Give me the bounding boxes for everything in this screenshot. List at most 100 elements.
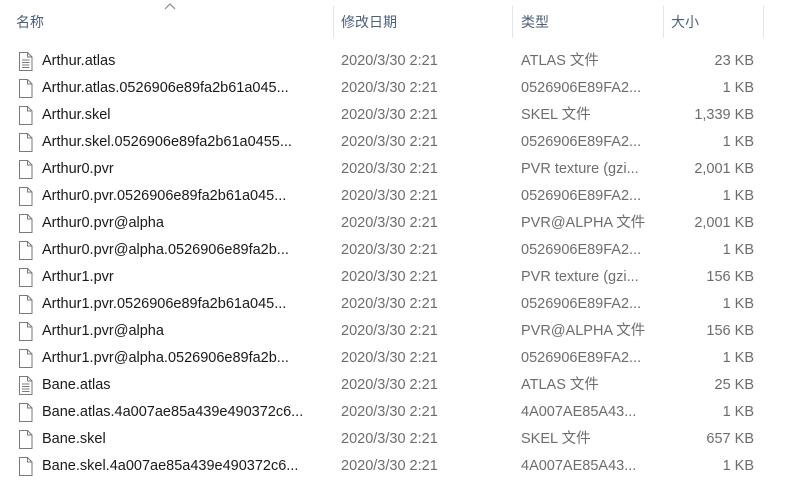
- file-type: 0526906E89FA2...: [521, 80, 642, 96]
- file-modified-date: 2020/3/30 2:21: [341, 431, 438, 447]
- file-row[interactable]: Arthur.skel.0526906e89fa2b61a0455... 2020…: [0, 129, 793, 156]
- file-size: 657 KB: [706, 431, 754, 447]
- sort-ascending-icon: [164, 3, 176, 10]
- file-row[interactable]: Arthur1.pvr.0526906e89fa2b61a045... 2020/…: [0, 291, 793, 318]
- file-modified-date: 2020/3/30 2:21: [341, 269, 438, 285]
- file-row[interactable]: Bane.skel 2020/3/30 2:21 SKEL 文件 657 KB: [0, 426, 793, 453]
- file-row[interactable]: Arthur1.pvr@alpha.0526906e89fa2b... 2020/…: [0, 345, 793, 372]
- blank-file-icon: [18, 399, 36, 426]
- file-row[interactable]: Arthur.atlas.0526906e89fa2b61a045... 2020…: [0, 75, 793, 102]
- file-name: Bane.skel.4a007ae85a439e490372c6...: [42, 458, 299, 474]
- column-header-date[interactable]: 修改日期: [341, 0, 397, 44]
- file-type: PVR texture (gzi...: [521, 269, 639, 285]
- file-modified-date: 2020/3/30 2:21: [341, 80, 438, 96]
- file-type: 0526906E89FA2...: [521, 188, 642, 204]
- file-size: 2,001 KB: [694, 161, 754, 177]
- file-row[interactable]: Arthur1.pvr@alpha 2020/3/30 2:21 PVR@ALPHA…: [0, 318, 793, 345]
- blank-file-icon: [18, 237, 36, 264]
- column-divider[interactable]: [333, 6, 334, 38]
- file-size: 1 KB: [722, 296, 754, 312]
- file-size: 1 KB: [722, 458, 754, 474]
- file-modified-date: 2020/3/30 2:21: [341, 350, 438, 366]
- file-size: 1 KB: [722, 242, 754, 258]
- file-name: Arthur.skel.0526906e89fa2b61a0455...: [42, 134, 292, 150]
- file-size: 23 KB: [714, 53, 755, 69]
- blank-file-icon: [18, 291, 36, 318]
- column-header-name[interactable]: 名称: [16, 0, 44, 44]
- file-row[interactable]: Arthur0.pvr@alpha 2020/3/30 2:21 PVR@ALPHA…: [0, 210, 793, 237]
- file-modified-date: 2020/3/30 2:21: [341, 242, 438, 258]
- file-list: Arthur.atlas 2020/3/30 2:21 ATLAS 文件 23 KB A…: [0, 48, 793, 480]
- blank-file-icon: [18, 102, 36, 129]
- file-modified-date: 2020/3/30 2:21: [341, 53, 438, 69]
- file-size: 156 KB: [706, 323, 754, 339]
- file-modified-date: 2020/3/30 2:21: [341, 323, 438, 339]
- file-type: 4A007AE85A43...: [521, 404, 637, 420]
- file-row[interactable]: Arthur.atlas 2020/3/30 2:21 ATLAS 文件 23 KB: [0, 48, 793, 75]
- file-modified-date: 2020/3/30 2:21: [341, 296, 438, 312]
- file-modified-date: 2020/3/30 2:21: [341, 107, 438, 123]
- file-size: 1 KB: [722, 404, 754, 420]
- file-name: Arthur1.pvr.0526906e89fa2b61a045...: [42, 296, 287, 312]
- file-modified-date: 2020/3/30 2:21: [341, 215, 438, 231]
- file-type: ATLAS 文件: [521, 377, 599, 393]
- column-divider[interactable]: [512, 6, 513, 38]
- file-name: Arthur0.pvr@alpha.0526906e89fa2b...: [42, 242, 289, 258]
- file-type: 0526906E89FA2...: [521, 134, 642, 150]
- file-row[interactable]: Arthur0.pvr@alpha.0526906e89fa2b... 2020/…: [0, 237, 793, 264]
- file-explorer-details-view: 名称 修改日期 类型 大小 Arthur.atlas 2020/3/30 2:21…: [0, 0, 793, 481]
- file-row[interactable]: Arthur1.pvr 2020/3/30 2:21 PVR texture (gz…: [0, 264, 793, 291]
- file-type: PVR@ALPHA 文件: [521, 323, 646, 339]
- file-row[interactable]: Bane.skel.4a007ae85a439e490372c6... 2020/…: [0, 453, 793, 480]
- text-file-icon: [18, 48, 36, 75]
- file-size: 1 KB: [722, 134, 754, 150]
- blank-file-icon: [18, 453, 36, 480]
- file-modified-date: 2020/3/30 2:21: [341, 377, 438, 393]
- column-header-size[interactable]: 大小: [671, 0, 699, 44]
- file-type: SKEL 文件: [521, 431, 591, 447]
- file-size: 1,339 KB: [694, 107, 754, 123]
- file-row[interactable]: Arthur0.pvr.0526906e89fa2b61a045... 2020/…: [0, 183, 793, 210]
- file-name: Arthur0.pvr: [42, 161, 114, 177]
- file-size: 156 KB: [706, 269, 754, 285]
- file-row[interactable]: Bane.atlas.4a007ae85a439e490372c6... 2020…: [0, 399, 793, 426]
- file-name: Arthur1.pvr@alpha.0526906e89fa2b...: [42, 350, 289, 366]
- column-divider[interactable]: [663, 6, 664, 38]
- file-type: 0526906E89FA2...: [521, 242, 642, 258]
- file-name: Arthur.atlas: [42, 53, 116, 69]
- file-name: Arthur.skel: [42, 107, 111, 123]
- file-name: Bane.skel: [42, 431, 106, 447]
- file-name: Bane.atlas: [42, 377, 111, 393]
- file-size: 1 KB: [722, 350, 754, 366]
- file-type: 0526906E89FA2...: [521, 350, 642, 366]
- blank-file-icon: [18, 264, 36, 291]
- file-size: 1 KB: [722, 188, 754, 204]
- blank-file-icon: [18, 75, 36, 102]
- file-name: Arthur.atlas.0526906e89fa2b61a045...: [42, 80, 289, 96]
- file-row[interactable]: Bane.atlas 2020/3/30 2:21 ATLAS 文件 25 KB: [0, 372, 793, 399]
- file-row[interactable]: Arthur0.pvr 2020/3/30 2:21 PVR texture (gz…: [0, 156, 793, 183]
- blank-file-icon: [18, 210, 36, 237]
- column-divider[interactable]: [763, 6, 764, 38]
- blank-file-icon: [18, 345, 36, 372]
- file-modified-date: 2020/3/30 2:21: [341, 161, 438, 177]
- file-row[interactable]: Arthur.skel 2020/3/30 2:21 SKEL 文件 1,339 KB: [0, 102, 793, 129]
- file-name: Arthur0.pvr@alpha: [42, 215, 164, 231]
- file-type: 0526906E89FA2...: [521, 296, 642, 312]
- blank-file-icon: [18, 156, 36, 183]
- column-header-type[interactable]: 类型: [521, 0, 549, 44]
- file-name: Bane.atlas.4a007ae85a439e490372c6...: [42, 404, 304, 420]
- file-modified-date: 2020/3/30 2:21: [341, 458, 438, 474]
- file-name: Arthur0.pvr.0526906e89fa2b61a045...: [42, 188, 287, 204]
- file-type: 4A007AE85A43...: [521, 458, 637, 474]
- column-header-bar: 名称 修改日期 类型 大小: [0, 0, 793, 45]
- file-type: ATLAS 文件: [521, 53, 599, 69]
- file-type: PVR@ALPHA 文件: [521, 215, 646, 231]
- file-name: Arthur1.pvr: [42, 269, 114, 285]
- blank-file-icon: [18, 318, 36, 345]
- blank-file-icon: [18, 129, 36, 156]
- file-type: SKEL 文件: [521, 107, 591, 123]
- file-type: PVR texture (gzi...: [521, 161, 639, 177]
- file-size: 1 KB: [722, 80, 754, 96]
- file-size: 2,001 KB: [694, 215, 754, 231]
